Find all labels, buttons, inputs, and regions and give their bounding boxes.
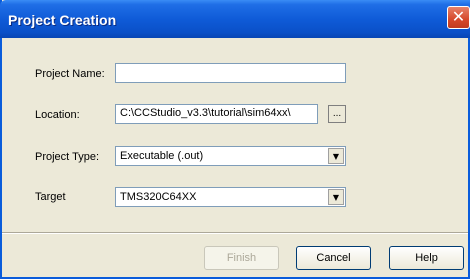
target-value: TMS320C64XX	[120, 191, 197, 203]
close-button[interactable]: ✕	[447, 6, 470, 29]
project-type-label: Project Type:	[35, 151, 99, 163]
target-select[interactable]: TMS320C64XX ▼	[115, 187, 346, 207]
browse-button[interactable]: ...	[328, 105, 346, 123]
cancel-label: Cancel	[316, 252, 351, 264]
finish-label: Finish	[226, 252, 257, 264]
chevron-down-icon[interactable]: ▼	[328, 189, 344, 205]
location-value: C:\CCStudio_v3.3\tutorial\sim64xx\	[120, 107, 291, 119]
location-label: Location:	[35, 109, 80, 121]
browse-label: ...	[332, 108, 342, 119]
location-field[interactable]: C:\CCStudio_v3.3\tutorial\sim64xx\	[115, 104, 318, 124]
project-type-select[interactable]: Executable (.out) ▼	[115, 146, 346, 166]
window-title: Project Creation	[8, 12, 117, 28]
help-label: Help	[415, 252, 438, 264]
project-name-label: Project Name:	[35, 68, 105, 80]
cancel-button[interactable]: Cancel	[296, 246, 371, 270]
chevron-down-icon[interactable]: ▼	[328, 148, 344, 164]
close-icon: ✕	[451, 7, 466, 26]
help-button[interactable]: Help	[389, 246, 464, 270]
finish-button[interactable]: Finish	[204, 246, 279, 270]
divider	[2, 232, 468, 234]
project-name-input[interactable]	[115, 63, 346, 83]
project-type-value: Executable (.out)	[120, 150, 204, 162]
title-bar[interactable]: Project Creation ✕	[0, 0, 470, 38]
project-creation-dialog: Project Creation ✕ Project Name: Locatio…	[0, 0, 470, 279]
target-label: Target	[35, 191, 66, 203]
